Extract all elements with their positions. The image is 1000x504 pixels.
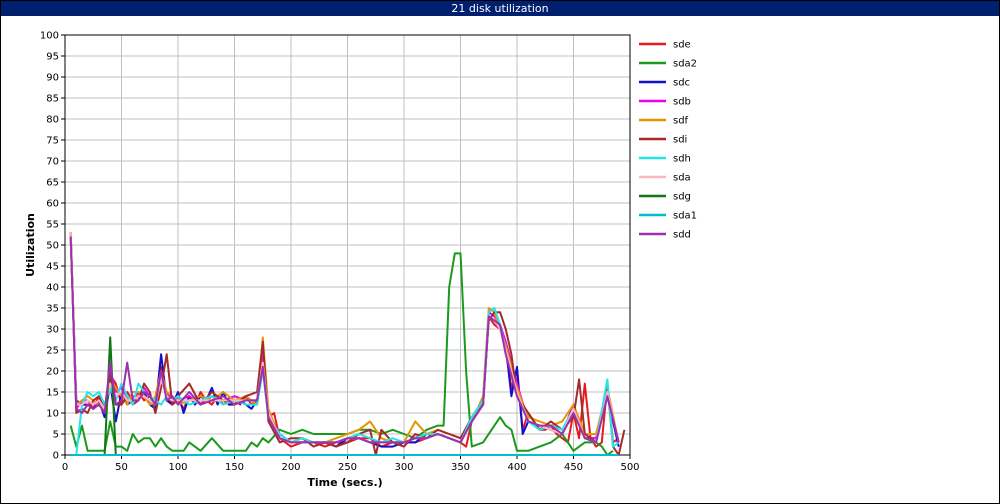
legend-label: sdf (673, 116, 689, 127)
legend-label: sdh (673, 154, 691, 165)
y-tick-label: 40 (46, 283, 59, 294)
x-tick-label: 300 (394, 462, 413, 473)
y-tick-label: 20 (46, 367, 59, 378)
x-tick-label: 500 (620, 462, 639, 473)
legend-label: sdc (673, 78, 690, 89)
legend-item-sda2: sda2 (639, 59, 697, 70)
x-tick-label: 200 (281, 462, 300, 473)
legend-item-sdb: sdb (639, 97, 691, 108)
y-tick-label: 50 (46, 241, 59, 252)
x-tick-label: 50 (115, 462, 128, 473)
x-tick-labels: 0 50 100 150 200 250 300 350 400 450 500 (62, 455, 640, 473)
series-line-sdd (69, 236, 620, 444)
y-tick-label: 10 (46, 409, 59, 420)
x-tick-label: 150 (225, 462, 244, 473)
x-tick-label: 100 (168, 462, 187, 473)
legend-item-sdc: sdc (639, 78, 690, 89)
y-tick-label: 70 (46, 157, 59, 168)
series-line-sdc (69, 236, 620, 448)
series-line-sdb (69, 236, 620, 444)
y-tick-label: 5 (53, 430, 59, 441)
series-line-sdg (70, 336, 619, 456)
line-chart: 0 5 10 15 20 25 30 35 40 45 50 55 60 65 70 75 80 85 90 95 10… (24, 31, 697, 490)
legend-item-sdd: sdd (639, 230, 691, 241)
legend-label: sda2 (673, 59, 697, 70)
legend-label: sdg (673, 192, 691, 203)
legend-item-sdg: sdg (639, 192, 691, 203)
x-axis-title: Time (secs.) (307, 476, 382, 489)
series-line-sdh (70, 307, 620, 456)
legend-item-sda1: sda1 (639, 211, 697, 222)
y-tick-label: 85 (46, 94, 59, 105)
y-tick-label: 75 (46, 136, 59, 147)
legend-label: sda1 (673, 211, 697, 222)
x-tick-label: 450 (564, 462, 583, 473)
y-tick-labels: 0 5 10 15 20 25 30 35 40 45 50 55 60 65 70 75 80 85 90 95 10… (40, 31, 65, 462)
y-tick-label: 30 (46, 325, 59, 336)
series-line-sda (69, 232, 620, 444)
y-tick-label: 95 (46, 52, 59, 63)
y-tick-label: 90 (46, 73, 59, 84)
y-tick-label: 55 (46, 220, 59, 231)
legend-item-sdi: sdi (639, 135, 687, 146)
y-tick-label: 60 (46, 199, 59, 210)
legend-item-sda: sda (639, 173, 691, 184)
legend-item-sde: sde (639, 40, 691, 51)
y-tick-label: 0 (53, 451, 59, 462)
legend-item-sdf: sdf (639, 116, 689, 127)
legend-label: sdi (673, 135, 687, 146)
y-tick-label: 80 (46, 115, 59, 126)
legend-item-sdh: sdh (639, 154, 691, 165)
y-tick-label: 100 (40, 31, 59, 42)
y-tick-label: 65 (46, 178, 59, 189)
y-tick-label: 45 (46, 262, 59, 273)
legend-label: sda (673, 173, 691, 184)
x-tick-label: 0 (62, 462, 68, 473)
legend: sde sda2 sdc sdb sdf sdi sdh sda sdg sda1 sdd (639, 40, 697, 241)
y-axis-title: Utilization (24, 213, 37, 277)
legend-label: sdd (673, 230, 691, 241)
x-tick-label: 250 (338, 462, 357, 473)
y-tick-label: 15 (46, 388, 59, 399)
series-line-sde (69, 232, 620, 448)
x-tick-label: 350 (451, 462, 470, 473)
y-tick-label: 35 (46, 304, 59, 315)
legend-label: sdb (673, 97, 691, 108)
legend-label: sde (673, 40, 691, 51)
series-line-sdf (69, 236, 620, 444)
x-tick-label: 400 (507, 462, 526, 473)
y-tick-label: 25 (46, 346, 59, 357)
